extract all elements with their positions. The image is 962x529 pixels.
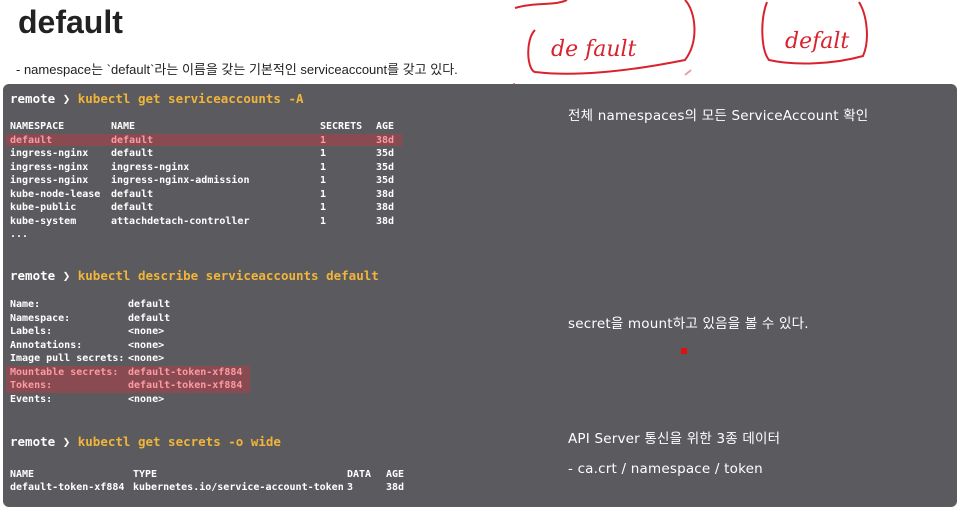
table-cell: NAMESPACE xyxy=(10,121,65,132)
prompt-host: remote xyxy=(10,268,56,283)
table-cell: Annotations: xyxy=(10,339,83,351)
table-cell: default xyxy=(128,312,171,324)
table-row: default-token-xf884 kubernetes.io/service… xyxy=(10,481,550,494)
table-cell: 1 xyxy=(320,202,327,213)
table-row: Events: <none> xyxy=(10,393,550,407)
note-api-server: API Server 통신을 위한 3종 데이터 xyxy=(568,431,781,447)
terminal-window: remote ❯ kubectl get serviceaccounts -A … xyxy=(3,84,957,507)
table-cell: AGE xyxy=(386,469,405,480)
table-cell: kube-node-lease xyxy=(10,188,101,200)
table-cell: attachdetach-controller xyxy=(111,215,250,227)
table-cell: 3 xyxy=(347,482,354,493)
table-cell: ingress-nginx xyxy=(111,161,190,173)
table-row: NAME TYPE DATA AGE xyxy=(10,468,550,481)
table-cell: TYPE xyxy=(133,469,158,480)
terminal-command-2: remote ❯ kubectl describe serviceaccount… xyxy=(10,268,379,283)
terminal-command-3: remote ❯ kubectl get secrets -o wide xyxy=(10,434,281,449)
table-cell: SECRETS xyxy=(320,121,363,132)
cursor-marker xyxy=(681,348,687,354)
table-cell: 38d xyxy=(376,134,395,146)
svg-text:de fault: de fault xyxy=(551,37,637,62)
table-cell: DATA xyxy=(347,469,372,480)
table-row: kube-node-lease default 1 38d xyxy=(10,188,550,202)
table-cell: default xyxy=(111,134,154,146)
table-cell: NAME xyxy=(10,469,35,480)
svg-text:defalt: defalt xyxy=(785,29,849,54)
table-cell: 35d xyxy=(376,161,395,173)
table-cell: <none> xyxy=(128,393,165,405)
table-row: default default 1 38d xyxy=(10,134,550,148)
table-cell: ingress-nginx xyxy=(10,161,89,173)
table-cell: NAME xyxy=(111,121,136,132)
terminal-command-1: remote ❯ kubectl get serviceaccounts -A xyxy=(10,91,304,106)
table-cell: 1 xyxy=(320,188,327,200)
table-cell: 1 xyxy=(320,134,327,146)
table-cell: default xyxy=(111,202,154,213)
table-cell: kube-public xyxy=(10,202,77,213)
table-cell: 35d xyxy=(376,148,395,159)
table-cell: Image pull secrets: xyxy=(10,353,125,364)
table-row: NAMESPACE NAME SECRETS AGE xyxy=(10,120,550,134)
note-token-files: - ca.crt / namespace / token xyxy=(568,461,763,477)
note-all-namespaces: 전체 namespaces의 모든 ServiceAccount 확인 xyxy=(568,108,869,124)
table-row: Mountable secrets: default-token-xf884 xyxy=(10,366,550,380)
table-row: Image pull secrets: <none> xyxy=(10,352,550,366)
table-cell: Tokens: xyxy=(10,380,53,391)
table-cell: AGE xyxy=(376,121,395,132)
table-cell: 38d xyxy=(376,188,395,200)
table-row: Tokens: default-token-xf884 xyxy=(10,379,550,393)
table-cell: <none> xyxy=(128,326,165,337)
table-row: Name: default xyxy=(10,298,550,312)
table-cell: Mountable secrets: xyxy=(10,366,119,378)
table-cell: <none> xyxy=(128,339,165,351)
table-cell: Labels: xyxy=(10,326,53,337)
page-title: default xyxy=(18,4,123,40)
prompt-host: remote xyxy=(10,91,56,106)
table-cell: kubernetes.io/service-account-token xyxy=(133,482,344,493)
table-cell: 38d xyxy=(376,202,395,213)
command-text: kubectl describe serviceaccounts default xyxy=(77,268,379,283)
table-cell: <none> xyxy=(128,353,165,364)
table-cell: default-token-xf884 xyxy=(128,366,243,378)
table-cell: 38d xyxy=(376,215,395,227)
table-cell: 1 xyxy=(320,148,327,159)
table-cell: default xyxy=(111,188,154,200)
prompt-arrow-icon: ❯ xyxy=(62,268,71,283)
table-cell: default xyxy=(128,299,171,310)
command-text: kubectl get secrets -o wide xyxy=(77,434,281,449)
table-row: Namespace: default xyxy=(10,312,550,326)
handwriting-default-top: de fault xyxy=(505,0,696,89)
handwriting-default-right: defalt xyxy=(761,1,868,65)
page-description: - namespace는 `default`라는 이름을 갖는 기본적인 ser… xyxy=(16,62,458,77)
note-secret-mount: secret을 mount하고 있음을 볼 수 있다. xyxy=(568,316,809,332)
table-row: Labels: <none> xyxy=(10,325,550,339)
table-cell: ingress-nginx-admission xyxy=(111,175,250,186)
table-row: ingress-nginx default 1 35d xyxy=(10,147,550,161)
table-row: kube-public default 1 38d xyxy=(10,201,550,215)
table-cell: default-token-xf884 xyxy=(10,482,125,493)
table-cell: 1 xyxy=(320,175,327,186)
table-cell: default xyxy=(111,148,154,159)
table-cell: ingress-nginx xyxy=(10,148,89,159)
table-cell: default xyxy=(10,134,53,146)
table-cell: default-token-xf884 xyxy=(128,380,243,391)
table-row: kube-system attachdetach-controller 1 38d xyxy=(10,215,550,229)
table-row: ingress-nginx ingress-nginx 1 35d xyxy=(10,161,550,175)
table-cell: Events: xyxy=(10,393,53,405)
prompt-arrow-icon: ❯ xyxy=(62,91,71,106)
table-cell: 35d xyxy=(376,175,395,186)
table-row: Annotations: <none> xyxy=(10,339,550,353)
prompt-arrow-icon: ❯ xyxy=(62,434,71,449)
table-row: ingress-nginx ingress-nginx-admission 1 35d xyxy=(10,174,550,188)
command-text: kubectl get serviceaccounts -A xyxy=(77,91,304,106)
table-cell: ingress-nginx xyxy=(10,175,89,186)
table-cell: 1 xyxy=(320,215,327,227)
ellipsis: ... xyxy=(10,229,29,240)
table-cell: 38d xyxy=(386,482,405,493)
table-cell: kube-system xyxy=(10,215,77,227)
table-cell: Name: xyxy=(10,299,41,310)
table-cell: Namespace: xyxy=(10,312,71,324)
prompt-host: remote xyxy=(10,434,56,449)
table-cell: 1 xyxy=(320,161,327,173)
